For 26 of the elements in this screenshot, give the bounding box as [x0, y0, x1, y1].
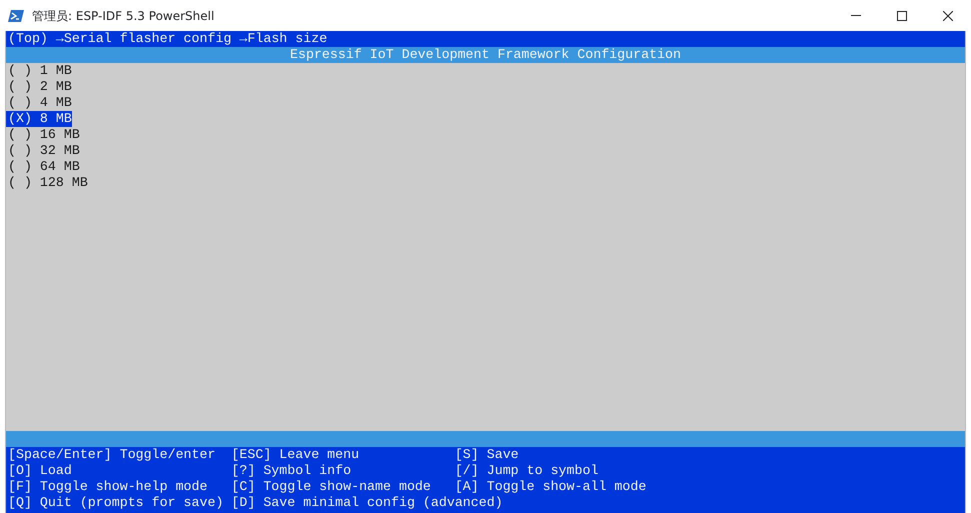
shortcut-hint: [Q] Quit (prompts for save): [8, 495, 224, 511]
shortcut-hint: [O] Load: [8, 463, 73, 479]
shortcut-hint: [Space/Enter] Toggle/enter: [8, 447, 216, 463]
minimize-icon: [851, 15, 861, 16]
shortcut-hint: [D] Save minimal config (advanced): [231, 495, 504, 511]
radio-option[interactable]: ( ) 4 MB: [6, 95, 72, 111]
powershell-icon: [8, 8, 24, 22]
radio-option[interactable]: ( ) 16 MB: [6, 127, 80, 143]
radio-option[interactable]: ( ) 1 MB: [6, 63, 72, 79]
radio-option[interactable]: ( ) 2 MB: [6, 79, 72, 95]
close-icon: [943, 10, 953, 20]
radio-option[interactable]: (X) 8 MB: [6, 111, 72, 127]
header-bar: Espressif IoT Development Framework Configuration: [6, 47, 965, 63]
window-title: 管理员: ESP-IDF 5.3 PowerShell: [32, 8, 214, 24]
shortcut-hint: [?] Symbol info: [231, 463, 352, 479]
shortcut-hint: [C] Toggle show-name mode: [231, 479, 432, 495]
shortcut-hint: [F] Toggle show-help mode: [8, 479, 208, 495]
radio-option[interactable]: ( ) 32 MB: [6, 143, 80, 159]
radio-option[interactable]: ( ) 128 MB: [6, 175, 88, 191]
shortcut-hint: [S] Save: [454, 447, 520, 463]
radio-option[interactable]: ( ) 64 MB: [6, 159, 80, 175]
breadcrumb-bar: (Top) →Serial flasher config →Flash size: [6, 31, 965, 47]
maximize-icon: [897, 10, 907, 20]
shortcut-hint: [/] Jump to symbol: [454, 463, 600, 479]
shortcut-hint: [ESC] Leave menu: [231, 447, 360, 463]
shortcut-hint: [A] Toggle show-all mode: [454, 479, 648, 495]
